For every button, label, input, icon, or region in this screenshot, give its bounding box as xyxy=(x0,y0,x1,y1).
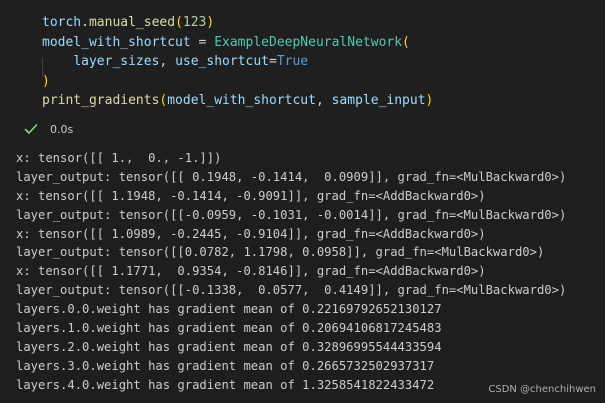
output-line: layers.1.0.weight has gradient mean of 0… xyxy=(16,321,442,336)
code-token: model_with_shortcut xyxy=(42,34,191,50)
code-token: layer_sizes xyxy=(73,54,160,69)
code-line: ) xyxy=(42,72,433,92)
output-line: layers.2.0.weight has gradient mean of 0… xyxy=(16,339,442,354)
code-token: print_gradients xyxy=(42,93,160,108)
execution-time: 0.0s xyxy=(50,122,74,136)
output-line: layer_output: tensor([[-0.0959, -0.1031,… xyxy=(16,207,567,222)
code-token: use_shortcut xyxy=(175,54,269,69)
output-line: layers.4.0.weight has gradient mean of 1… xyxy=(16,377,435,392)
code-token: . xyxy=(81,15,89,30)
output-line: x: tensor([[ 1.1771, 0.9354, -0.8146]], … xyxy=(16,264,486,279)
code-token: , xyxy=(315,93,332,108)
check-icon xyxy=(24,122,38,136)
code-token: ( xyxy=(402,34,410,50)
code-token: 123 xyxy=(182,15,207,30)
code-token: ) xyxy=(425,93,434,108)
code-token: ExampleDeepNeuralNetwork xyxy=(214,34,403,50)
code-token: = xyxy=(268,54,277,69)
code-token: True xyxy=(276,54,309,69)
code-line: model_with_shortcut = ExampleDeepNeuralN… xyxy=(42,33,433,53)
code-editor[interactable]: torch.manual_seed(123) model_with_shortcu… xyxy=(42,13,433,111)
code-line: torch.manual_seed(123) xyxy=(42,13,433,33)
output-line: x: tensor([[ 1.0989, -0.2445, -0.9104]],… xyxy=(16,226,486,241)
output-line: layer_output: tensor([[-0.1338, 0.0577, … xyxy=(16,283,567,298)
output-line: layers.3.0.weight has gradient mean of 0… xyxy=(16,358,435,373)
code-token: torch xyxy=(42,15,82,30)
code-token: ( xyxy=(175,15,183,30)
code-token: manual_seed xyxy=(88,15,176,30)
code-token: sample_input xyxy=(331,93,426,108)
code-token: , xyxy=(159,54,176,69)
output-line: layer_output: tensor([[0.0782, 1.1798, 0… xyxy=(16,245,545,260)
output-line: x: tensor([[ 1.1948, -0.1414, -0.9091]],… xyxy=(16,188,486,203)
cell-output: x: tensor([[ 1., 0., -1.]]) layer_output:… xyxy=(16,149,566,395)
execution-status: 0.0s xyxy=(24,120,73,138)
code-cell[interactable]: torch.manual_seed(123) model_with_shortcu… xyxy=(0,0,605,141)
code-line: print_gradients(model_with_shortcut, sam… xyxy=(42,91,433,111)
output-line: layer_output: tensor([[ 0.1948, -0.1414,… xyxy=(16,169,567,184)
code-token: = xyxy=(190,34,215,50)
output-line: x: tensor([[ 1., 0., -1.]]) xyxy=(16,151,222,165)
code-token: model_with_shortcut xyxy=(167,93,316,108)
code-line: layer_sizes, use_shortcut=True xyxy=(42,52,433,72)
output-line: layers.0.0.weight has gradient mean of 0… xyxy=(16,302,442,317)
watermark: CSDN @chenchihwen xyxy=(488,384,596,395)
code-token: ) xyxy=(206,15,215,30)
code-token: ) xyxy=(42,73,50,89)
